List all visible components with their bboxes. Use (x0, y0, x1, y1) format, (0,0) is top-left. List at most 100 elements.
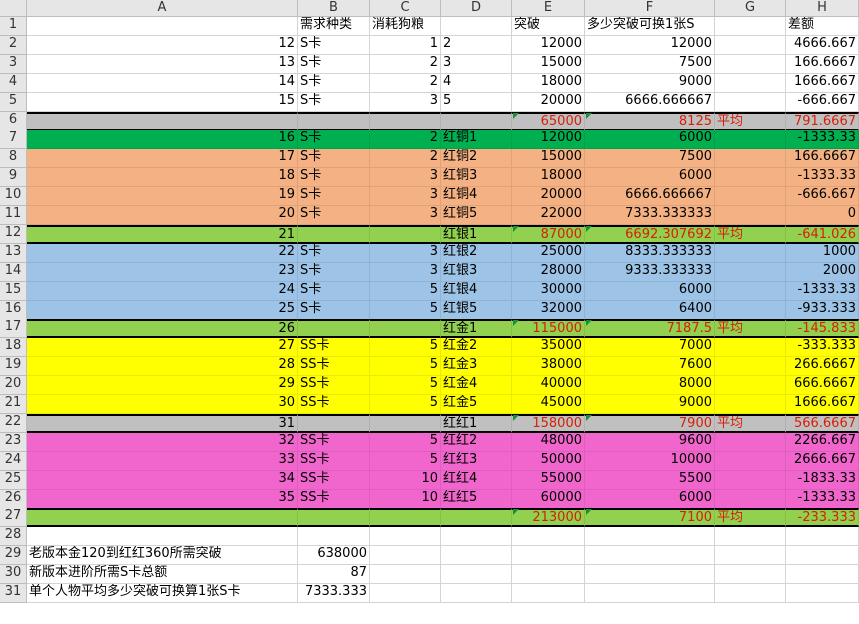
cell-a30[interactable]: 新版本进阶所需S卡总额 (27, 565, 298, 585)
row-header[interactable]: 19 (0, 357, 27, 377)
cell-a11[interactable]: 20 (27, 206, 298, 225)
cell-h18[interactable]: -333.333 (786, 338, 859, 358)
cell-e19[interactable]: 38000 (512, 357, 585, 377)
cell-e30[interactable] (512, 565, 585, 585)
row-header[interactable]: 1 (0, 17, 27, 36)
cell-g21[interactable] (715, 395, 786, 414)
cell-f5[interactable]: 6666.666667 (585, 92, 715, 112)
cell-h1[interactable]: 差额 (786, 17, 859, 36)
cell-b4[interactable]: S卡 (298, 73, 370, 93)
cell-b9[interactable]: S卡 (298, 168, 370, 188)
cell-a28[interactable] (27, 527, 298, 547)
cell-e6[interactable]: 65000 (512, 111, 585, 131)
cell-g15[interactable] (715, 281, 786, 301)
cell-a16[interactable]: 25 (27, 300, 298, 320)
row-header[interactable]: 30 (0, 565, 27, 585)
cell-h22[interactable]: 566.6667 (786, 413, 859, 433)
cell-a4[interactable]: 14 (27, 73, 298, 93)
row-header[interactable]: 23 (0, 432, 27, 452)
cell-g2[interactable] (715, 35, 786, 55)
cell-c23[interactable]: 5 (370, 432, 441, 452)
cell-f15[interactable]: 6000 (585, 281, 715, 301)
cell-d26[interactable]: 红红5 (441, 489, 512, 509)
cell-d13[interactable]: 红银2 (441, 243, 512, 263)
row-header[interactable]: 7 (0, 130, 27, 150)
row-header[interactable]: 29 (0, 546, 27, 566)
row-header[interactable]: 18 (0, 338, 27, 358)
cell-f1[interactable]: 多少突破可换1张S (585, 17, 715, 36)
cell-c27[interactable] (370, 508, 441, 528)
cell-c10[interactable]: 3 (370, 187, 441, 207)
cell-a8[interactable]: 17 (27, 149, 298, 169)
cell-d16[interactable]: 红银5 (441, 300, 512, 320)
cell-f8[interactable]: 7500 (585, 149, 715, 169)
cell-d1[interactable] (441, 17, 512, 36)
cell-f24[interactable]: 10000 (585, 451, 715, 471)
cell-c22[interactable] (370, 413, 441, 433)
row-header[interactable]: 22 (0, 413, 27, 433)
cell-d22[interactable]: 红红1 (441, 413, 512, 433)
cell-f18[interactable]: 7000 (585, 338, 715, 358)
cell-g23[interactable] (715, 432, 786, 452)
cell-b18[interactable]: SS卡 (298, 338, 370, 358)
cell-g7[interactable] (715, 130, 786, 150)
cell-e11[interactable]: 22000 (512, 206, 585, 225)
cell-f17[interactable]: 7187.5 (585, 319, 715, 339)
row-header[interactable]: 13 (0, 243, 27, 263)
cell-b24[interactable]: SS卡 (298, 451, 370, 471)
cell-c29[interactable] (370, 546, 441, 566)
cell-b10[interactable]: S卡 (298, 187, 370, 207)
cell-e24[interactable]: 50000 (512, 451, 585, 471)
row-header[interactable]: 25 (0, 470, 27, 490)
cell-e4[interactable]: 18000 (512, 73, 585, 93)
row-header[interactable]: 24 (0, 451, 27, 471)
cell-h8[interactable]: 166.6667 (786, 149, 859, 169)
cell-h6[interactable]: 791.6667 (786, 111, 859, 131)
column-header-f[interactable]: F (585, 0, 715, 17)
cell-f10[interactable]: 6666.666667 (585, 187, 715, 207)
cell-e31[interactable] (512, 584, 585, 603)
row-header[interactable]: 26 (0, 489, 27, 509)
cell-f20[interactable]: 8000 (585, 376, 715, 396)
cell-g10[interactable] (715, 187, 786, 207)
cell-g8[interactable] (715, 149, 786, 169)
cell-c30[interactable] (370, 565, 441, 585)
cell-d6[interactable] (441, 111, 512, 131)
cell-e15[interactable]: 30000 (512, 281, 585, 301)
cell-g13[interactable] (715, 243, 786, 263)
cell-b28[interactable] (298, 527, 370, 547)
cell-h16[interactable]: -933.333 (786, 300, 859, 320)
cell-e29[interactable] (512, 546, 585, 566)
cell-a14[interactable]: 23 (27, 262, 298, 282)
cell-f29[interactable] (585, 546, 715, 566)
row-header[interactable]: 8 (0, 149, 27, 169)
column-header-a[interactable]: A (27, 0, 298, 17)
cell-h20[interactable]: 666.6667 (786, 376, 859, 396)
cell-h7[interactable]: -1333.33 (786, 130, 859, 150)
cell-b1[interactable]: 需求种类 (298, 17, 370, 36)
cell-h9[interactable]: -1333.33 (786, 168, 859, 188)
row-header[interactable]: 10 (0, 187, 27, 207)
cell-g17[interactable]: 平均 (715, 319, 786, 339)
cell-f16[interactable]: 6400 (585, 300, 715, 320)
cell-f9[interactable]: 6000 (585, 168, 715, 188)
row-header[interactable]: 5 (0, 92, 27, 112)
cell-g25[interactable] (715, 470, 786, 490)
cell-g28[interactable] (715, 527, 786, 547)
cell-h5[interactable]: -666.667 (786, 92, 859, 112)
cell-b25[interactable]: SS卡 (298, 470, 370, 490)
row-header[interactable]: 9 (0, 168, 27, 188)
cell-b19[interactable]: SS卡 (298, 357, 370, 377)
cell-d5[interactable]: 5 (441, 92, 512, 112)
cell-f23[interactable]: 9600 (585, 432, 715, 452)
cell-e14[interactable]: 28000 (512, 262, 585, 282)
cell-a10[interactable]: 19 (27, 187, 298, 207)
cell-h23[interactable]: 2266.667 (786, 432, 859, 452)
cell-f30[interactable] (585, 565, 715, 585)
cell-h29[interactable] (786, 546, 859, 566)
cell-h31[interactable] (786, 584, 859, 603)
cell-a23[interactable]: 32 (27, 432, 298, 452)
cell-g27[interactable]: 平均 (715, 508, 786, 528)
cell-a2[interactable]: 12 (27, 35, 298, 55)
cell-c18[interactable]: 5 (370, 338, 441, 358)
